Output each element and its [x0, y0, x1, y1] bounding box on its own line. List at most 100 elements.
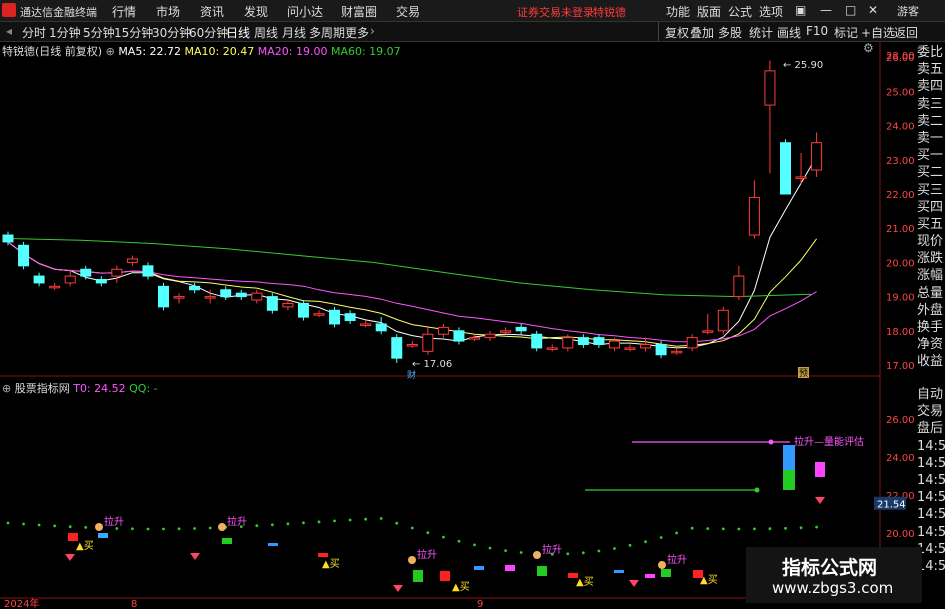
candle-body: [795, 176, 807, 179]
candle-body: [375, 323, 387, 332]
signal-dot: [799, 526, 803, 530]
signal-dot: [177, 527, 181, 531]
quote-label-8[interactable]: 买三: [917, 182, 945, 199]
signal-dot: [659, 536, 663, 539]
candle-body: [2, 234, 14, 243]
candle-body: [142, 265, 154, 277]
candle-body: [624, 347, 636, 350]
signal-dot: [302, 521, 305, 525]
candle-body: [173, 296, 185, 299]
candle-body: [515, 326, 527, 332]
pullup-label: 拉升: [104, 515, 124, 528]
candle-body: [18, 244, 30, 267]
trade-label-2[interactable]: 盘后: [917, 420, 945, 437]
histogram-bar: [318, 553, 328, 557]
signal-dot: [566, 552, 570, 556]
y-tick-label: 18.00: [886, 327, 915, 338]
buy-signal-label: ▲买: [700, 574, 718, 586]
signal-dot: [488, 546, 492, 550]
signal-point: [768, 439, 774, 445]
histogram-bar: [68, 533, 78, 541]
quote-label-18[interactable]: 收益: [917, 353, 945, 370]
candle-body: [189, 285, 201, 291]
candle-body: [391, 337, 403, 359]
pullup-icon: [218, 523, 226, 531]
signal-dot: [597, 549, 601, 553]
current-value-label: 21.54: [877, 500, 906, 511]
signal-dot: [519, 551, 523, 554]
signal-dot: [426, 531, 430, 535]
trade-label-6[interactable]: 14:50: [917, 489, 945, 506]
quote-label-14[interactable]: 总量: [917, 285, 945, 302]
trade-label-3[interactable]: 14:50: [917, 438, 945, 455]
x-axis-month-8: 8: [131, 599, 137, 609]
quote-label-5[interactable]: 卖一: [917, 130, 945, 147]
trade-label-4[interactable]: 14:50: [917, 455, 945, 472]
y-tick-label: 24.00: [886, 122, 915, 133]
quote-label-4[interactable]: 卖二: [917, 113, 945, 130]
trade-label-8[interactable]: 14:50: [917, 524, 945, 541]
quote-label-12[interactable]: 涨跌: [917, 250, 945, 267]
candle-body: [235, 292, 247, 298]
moving-average-lines: [7, 156, 818, 349]
quote-label-6[interactable]: 买一: [917, 147, 945, 164]
signal-dot: [208, 526, 212, 530]
signal-dot: [628, 543, 632, 547]
pullup-icon: [658, 561, 666, 569]
trade-label-7[interactable]: 14:50: [917, 506, 945, 523]
signal-dot: [37, 523, 41, 527]
quote-label-0[interactable]: 委比: [917, 44, 945, 61]
y-tick-label: 22.00: [886, 190, 915, 201]
candle-body: [80, 268, 92, 277]
quote-side-panel: 委比 卖五 卖四 卖三 卖二 卖一 买一 买二 买三 买四 买五 现价 涨跌 涨幅 总量 外盘 换手 净资 收益: [917, 44, 945, 371]
histogram-bar: [505, 565, 515, 571]
signal-dot: [753, 527, 756, 531]
candle-body: [811, 142, 823, 171]
sell-signal-icon: [190, 553, 200, 560]
sell-signal-icon: [815, 497, 825, 504]
quote-label-16[interactable]: 换手: [917, 319, 945, 336]
candle-body: [422, 333, 434, 352]
chart-annotations: ← 25.90 ← 17.06财 预 ⚙ 2024年 8 9: [4, 41, 874, 609]
sell-signal-icon: [393, 585, 403, 592]
signal-dot: [333, 519, 336, 523]
pullup-icon: [95, 523, 103, 531]
signal-dot: [379, 517, 383, 520]
signal-dot: [146, 527, 150, 531]
signal-dot: [613, 547, 616, 550]
kline-chart[interactable]: 28.0026.0025.0024.0023.0022.0021.0020.00…: [0, 0, 945, 609]
quote-label-17[interactable]: 净资: [917, 336, 945, 353]
histogram-bar: [222, 538, 232, 544]
quote-label-1[interactable]: 卖五: [917, 61, 945, 78]
trade-label-5[interactable]: 14:50: [917, 472, 945, 489]
candle-body: [702, 330, 714, 333]
quote-label-3[interactable]: 卖三: [917, 96, 945, 113]
signal-dot: [457, 539, 461, 543]
indicator-pane: 拉升—量能评估▲买▲买▲买 ▲买 ▲买拉升 拉升拉升 拉升拉升: [6, 435, 864, 593]
quote-label-7[interactable]: 买二: [917, 164, 945, 181]
candle-body: [484, 333, 496, 339]
candle-body: [126, 258, 138, 263]
y-tick-label: 20.00: [886, 529, 915, 540]
quote-label-13[interactable]: 涨幅: [917, 267, 945, 284]
quote-label-15[interactable]: 外盘: [917, 302, 945, 319]
quote-label-9[interactable]: 买四: [917, 199, 945, 216]
ma60-line: [7, 238, 812, 298]
quote-label-2[interactable]: 卖四: [917, 78, 945, 95]
candle-body: [329, 309, 341, 325]
candle-body: [158, 285, 169, 308]
histogram-bar: [268, 543, 278, 546]
trade-label-1[interactable]: 交易: [917, 403, 945, 420]
candle-body: [111, 268, 123, 277]
y-tick-label: 24.00: [886, 453, 915, 464]
pullup-label: 拉升: [542, 543, 562, 556]
candle-body: [64, 275, 76, 284]
signal-dot: [721, 527, 725, 531]
high-price-label: ← 25.90: [783, 60, 823, 71]
x-axis-year: 2024年: [4, 597, 39, 609]
quote-label-10[interactable]: 买五: [917, 216, 945, 233]
trade-label-0[interactable]: 自动: [917, 386, 945, 403]
quote-label-11[interactable]: 现价: [917, 233, 945, 250]
candle-body: [531, 333, 543, 349]
candle-body: [453, 330, 465, 342]
